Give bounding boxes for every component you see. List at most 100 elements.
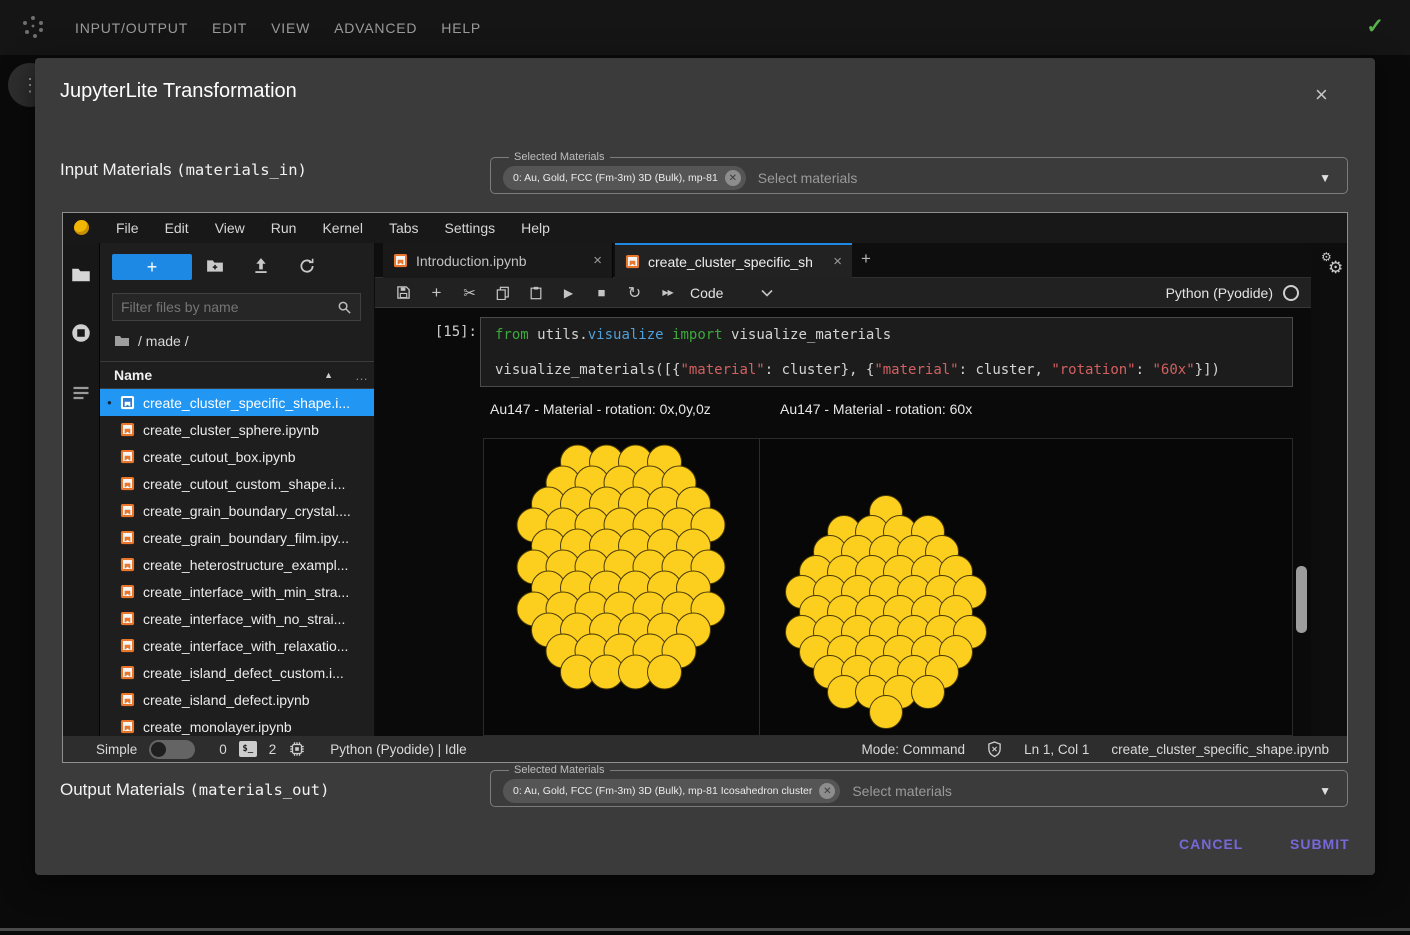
file-row[interactable]: create_cutout_box.ipynb — [100, 443, 374, 470]
file-row[interactable]: create_island_defect.ipynb — [100, 686, 374, 713]
input-material-chip[interactable]: 0: Au, Gold, FCC (Fm-3m) 3D (Bulk), mp-8… — [503, 166, 746, 190]
jupyter-menu-run[interactable]: Run — [258, 220, 310, 236]
filter-files-input[interactable] — [113, 299, 337, 315]
jupyter-menu-kernel[interactable]: Kernel — [309, 220, 375, 236]
output-title-left: Au147 - Material - rotation: 0x,0y,0z — [490, 401, 711, 417]
new-launcher-button[interactable]: + — [112, 254, 192, 280]
tab-close-icon[interactable]: × — [593, 252, 602, 269]
cell-type-dropdown[interactable]: Code — [690, 285, 723, 301]
app-bar: INPUT/OUTPUT EDIT VIEW ADVANCED HELP ✓ — [0, 0, 1410, 55]
dropdown-caret-icon[interactable]: ▼ — [1319, 171, 1331, 185]
appbar-menu-edit[interactable]: EDIT — [212, 20, 247, 36]
appbar-menu-view[interactable]: VIEW — [271, 20, 310, 36]
upload-icon[interactable] — [252, 257, 270, 280]
run-cell-icon[interactable]: ▶ — [552, 286, 585, 300]
file-row[interactable]: create_monolayer.ipynb — [100, 713, 374, 736]
output-select-placeholder[interactable]: Select materials — [852, 783, 1307, 799]
add-cell-icon[interactable]: + — [420, 283, 453, 303]
jupyter-menu-view[interactable]: View — [202, 220, 258, 236]
jupyter-menu-edit[interactable]: Edit — [152, 220, 202, 236]
cancel-button[interactable]: CANCEL — [1179, 836, 1243, 852]
code-token: import — [672, 327, 723, 343]
check-icon[interactable]: ✓ — [1366, 14, 1384, 39]
file-row[interactable]: create_grain_boundary_crystal.... — [100, 497, 374, 524]
file-row[interactable]: ●create_cluster_specific_shape.i... — [100, 389, 374, 416]
file-row[interactable]: create_grain_boundary_film.ipy... — [100, 524, 374, 551]
restart-kernel-icon[interactable]: ↻ — [618, 283, 651, 303]
running-kernels-icon[interactable] — [71, 323, 91, 343]
terminal-icon[interactable]: $_ — [239, 741, 257, 757]
chip-remove-icon[interactable]: ✕ — [725, 170, 741, 186]
simple-mode-toggle[interactable] — [149, 740, 195, 759]
kernel-count[interactable]: 2 — [269, 742, 277, 757]
appbar-menu-advanced[interactable]: ADVANCED — [334, 20, 417, 36]
close-icon[interactable]: × — [1315, 84, 1328, 106]
input-select-placeholder[interactable]: Select materials — [758, 170, 1307, 186]
dropdown-caret-icon[interactable]: ▼ — [1319, 784, 1331, 798]
status-filename[interactable]: create_cluster_specific_shape.ipynb — [1111, 742, 1329, 757]
chip-remove-icon[interactable]: ✕ — [819, 783, 835, 799]
visualization-panels[interactable] — [483, 438, 1293, 736]
kernel-status-label[interactable]: Python (Pyodide) | Idle — [330, 742, 466, 757]
file-row[interactable]: create_interface_with_no_strai... — [100, 605, 374, 632]
chevron-down-icon[interactable] — [761, 289, 773, 297]
submit-button[interactable]: SUBMIT — [1290, 836, 1350, 852]
file-row[interactable]: create_interface_with_min_stra... — [100, 578, 374, 605]
breadcrumb[interactable]: / made / — [114, 333, 189, 349]
table-of-contents-icon[interactable] — [71, 383, 91, 403]
notebook-file-icon — [120, 638, 135, 653]
jupyter-menu-settings[interactable]: Settings — [432, 220, 509, 236]
header-more-icon[interactable]: … — [355, 368, 368, 383]
file-name: create_grain_boundary_film.ipy... — [143, 530, 349, 546]
appbar-menu-input-output[interactable]: INPUT/OUTPUT — [75, 20, 188, 36]
command-mode-label[interactable]: Mode: Command — [862, 742, 966, 757]
notebook-file-icon — [120, 692, 135, 707]
file-name: create_monolayer.ipynb — [143, 719, 292, 735]
new-folder-icon[interactable] — [206, 257, 224, 280]
kernel-chip-icon[interactable] — [288, 740, 306, 758]
file-row[interactable]: create_heterostructure_exampl... — [100, 551, 374, 578]
file-row[interactable]: create_interface_with_relaxatio... — [100, 632, 374, 659]
jupyter-menu-tabs[interactable]: Tabs — [376, 220, 432, 236]
file-list: ●create_cluster_specific_shape.i...creat… — [100, 389, 374, 736]
copy-cell-icon[interactable] — [486, 286, 519, 300]
code-token: : cluster}, { — [765, 362, 875, 378]
terminal-count[interactable]: 0 — [219, 742, 227, 757]
output-material-chip-label: 0: Au, Gold, FCC (Fm-3m) 3D (Bulk), mp-8… — [513, 785, 812, 797]
save-icon[interactable] — [387, 285, 420, 300]
tab-close-icon[interactable]: × — [833, 253, 842, 270]
app-logo-icon[interactable] — [20, 14, 46, 45]
output-material-chip[interactable]: 0: Au, Gold, FCC (Fm-3m) 3D (Bulk), mp-8… — [503, 779, 840, 803]
jupyter-menu-help[interactable]: Help — [508, 220, 563, 236]
output-materials-select[interactable]: Selected Materials 0: Au, Gold, FCC (Fm-… — [490, 764, 1348, 807]
paste-cell-icon[interactable] — [519, 286, 552, 300]
file-row[interactable]: create_cluster_sphere.ipynb — [100, 416, 374, 443]
trust-shield-icon[interactable] — [987, 741, 1002, 758]
restart-run-all-icon[interactable]: ▶▶ — [651, 288, 684, 297]
cut-cell-icon[interactable]: ✂ — [453, 284, 486, 302]
new-tab-button[interactable]: + — [861, 249, 871, 269]
stop-kernel-icon[interactable]: ■ — [585, 285, 618, 300]
jupyter-menu-file[interactable]: File — [103, 220, 152, 236]
name-column-header[interactable]: Name — [114, 367, 152, 383]
input-materials-select[interactable]: Selected Materials 0: Au, Gold, FCC (Fm-… — [490, 151, 1348, 194]
file-row[interactable]: create_island_defect_custom.i... — [100, 659, 374, 686]
sort-ascending-icon[interactable]: ▲ — [324, 370, 333, 380]
kernel-indicator[interactable]: Python (Pyodide) — [1166, 285, 1299, 301]
code-token: : cluster, — [959, 362, 1052, 378]
output-materials-label-code: (materials_out) — [189, 781, 329, 799]
file-browser-icon[interactable] — [71, 265, 91, 285]
folder-icon — [114, 333, 130, 349]
cursor-position-label[interactable]: Ln 1, Col 1 — [1024, 742, 1089, 757]
tab-introduction[interactable]: Introduction.ipynb × — [383, 243, 613, 278]
notebook-scrollbar[interactable] — [1296, 566, 1307, 633]
appbar-menu-help[interactable]: HELP — [441, 20, 481, 36]
file-row[interactable]: create_cutout_custom_shape.i... — [100, 470, 374, 497]
tab-create-cluster-specific-shape[interactable]: create_cluster_specific_sh × — [615, 243, 852, 278]
input-materials-label: Input Materials (materials_in) — [60, 160, 307, 180]
file-list-header[interactable]: Name ▲ … — [100, 361, 374, 389]
jupyterlite-transformation-dialog: JupyterLite Transformation × Input Mater… — [35, 58, 1375, 875]
gold-atom — [870, 696, 903, 729]
code-cell-editor[interactable]: from utils.visualize import visualize_ma… — [480, 317, 1293, 387]
refresh-icon[interactable] — [298, 257, 316, 280]
